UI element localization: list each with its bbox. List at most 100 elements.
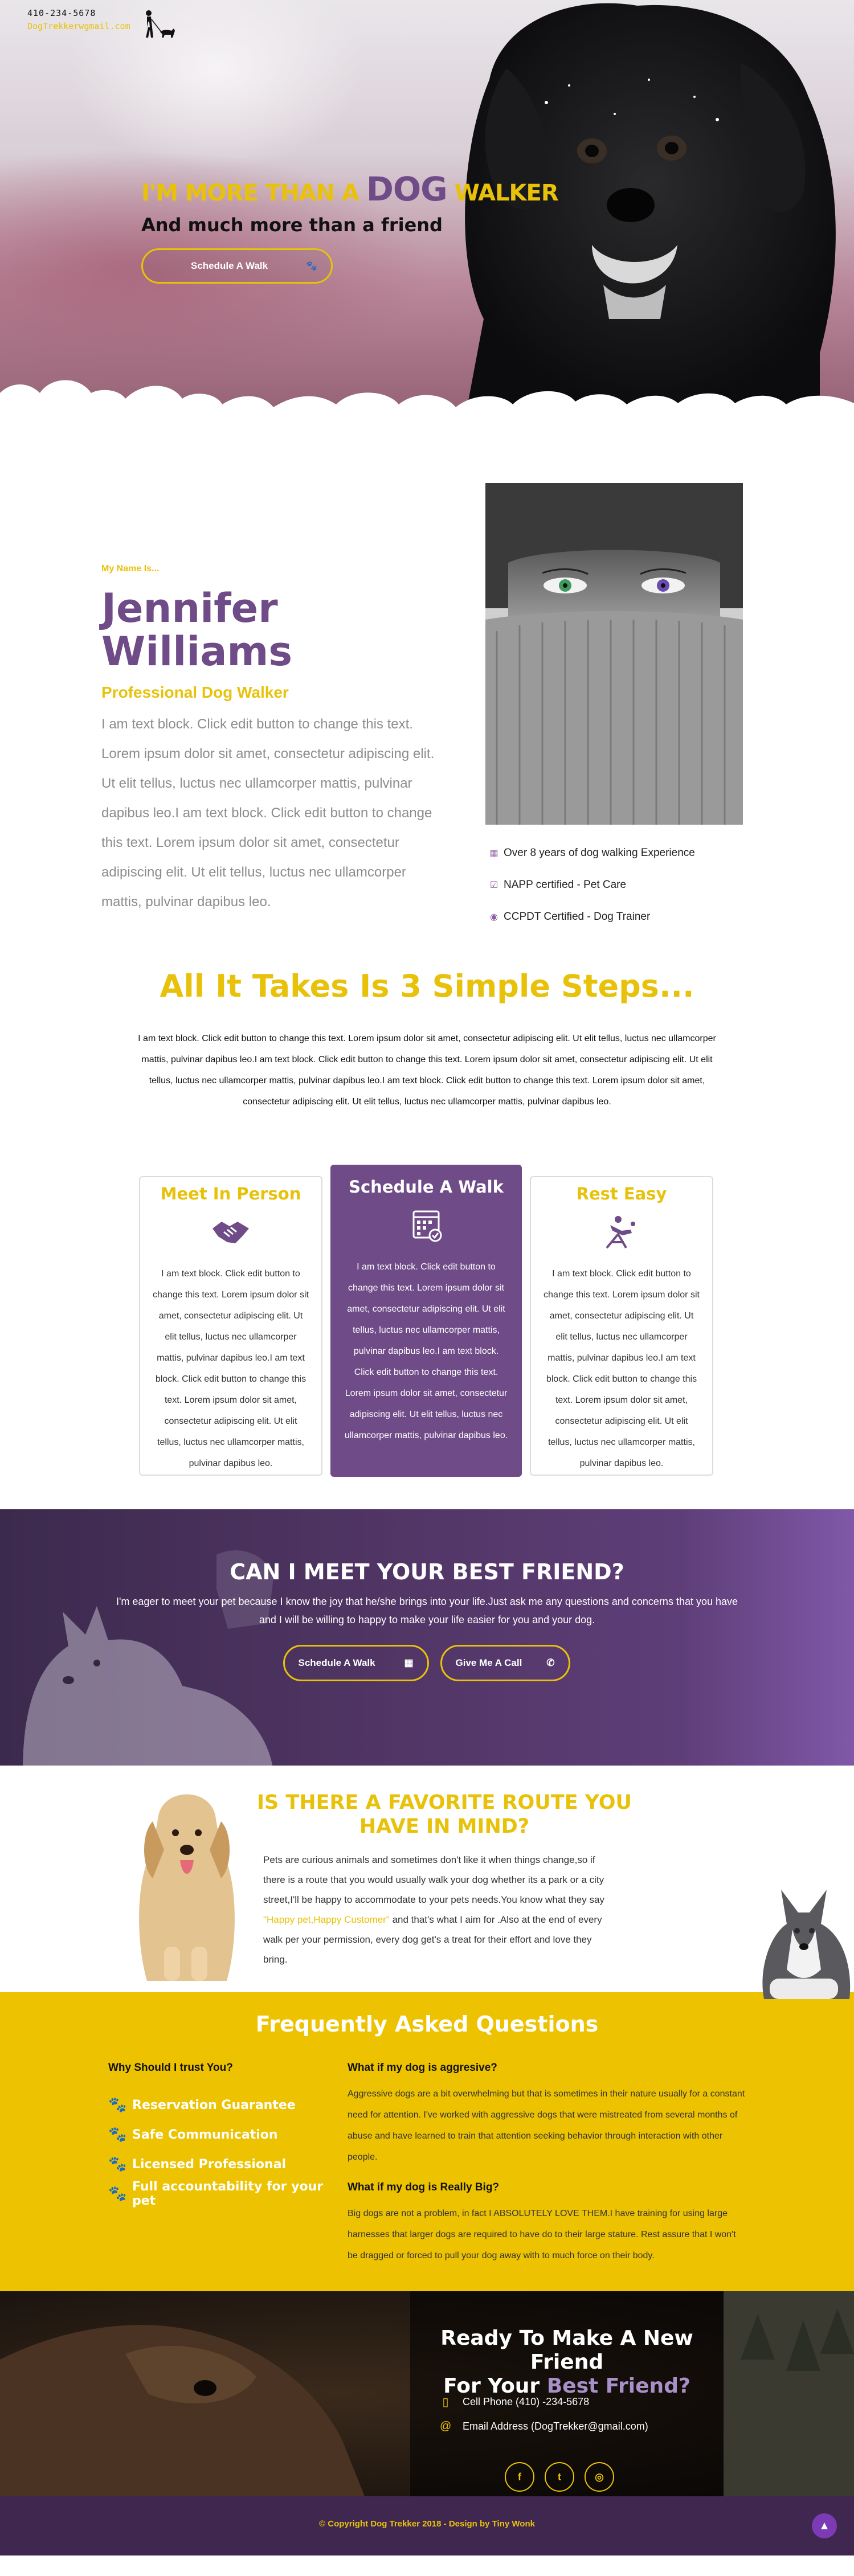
dog-walker-logo-icon[interactable] (138, 9, 178, 43)
faq-answer: Aggressive dogs are a bit overwhelming b… (348, 2089, 745, 2162)
contact-title-line2-highlight: Best Friend? (546, 2374, 690, 2398)
trust-item-label: Full accountability for your pet (132, 2180, 324, 2208)
credential-text: NAPP certified - Pet Care (504, 879, 627, 891)
meet-section: CAN I MEET YOUR BEST FRIEND? I'm eager t… (0, 1509, 854, 1766)
about-profession: Professional Dog Walker (101, 683, 289, 701)
scroll-to-top-button[interactable]: ▲ (812, 2513, 837, 2538)
footer: © Copyright Dog Trekker 2018 - Design by… (0, 2496, 854, 2555)
trust-list: 🐾 Reservation Guarantee 🐾 Safe Communicati… (108, 2090, 325, 2209)
trust-item: 🐾 Licensed Professional (108, 2149, 325, 2179)
meet-title: CAN I MEET YOUR BEST FRIEND? (230, 1559, 624, 1584)
credential-item: ☑ NAPP certified - Pet Care (489, 869, 695, 901)
hero-title-pre: I'M MORE THAN A (141, 180, 366, 206)
contact-phone[interactable]: ▯ Cell Phone (410) -234-5678 (440, 2395, 589, 2409)
about-section: My Name Is... Jennifer Williams Professi… (0, 439, 854, 968)
faq-section: Frequently Asked Questions Why Should I … (0, 1992, 854, 2291)
contact-email-text: Email Address (DogTrekker@gmail.com) (463, 2421, 648, 2432)
contact-title-line1: Ready To Make A New Friend (440, 2327, 693, 2374)
give-call-label: Give Me A Call (455, 1657, 522, 1668)
credential-text: CCPDT Certified - Dog Trainer (504, 911, 651, 923)
instagram-icon[interactable]: ◎ (585, 2462, 614, 2492)
about-intro: My Name Is... Jennifer Williams Professi… (101, 564, 438, 917)
faq-answer: Big dogs are not a problem, in fact I AB… (348, 2209, 736, 2260)
paw-icon: 🐾 (108, 2156, 127, 2173)
schedule-walk-button[interactable]: Schedule A Walk ▦ (283, 1645, 429, 1681)
contact-email[interactable]: @ Email Address (DogTrekker@gmail.com) (440, 2420, 648, 2433)
top-contact-bar: 410-234-5678 DogTrekkerwgmail.com (27, 8, 178, 43)
calendar-icon: ▦ (489, 849, 498, 858)
first-name: Jennifer (101, 585, 278, 632)
step-card-text: I am text block. Click edit button to ch… (344, 1262, 508, 1440)
social-links: f t ◎ (505, 2462, 614, 2492)
faq-question: What if my dog is Really Big? (348, 2181, 500, 2193)
credentials-list: ▦ Over 8 years of dog walking Experience… (489, 837, 695, 933)
cloud-divider (0, 380, 854, 439)
step-card-title: Meet In Person (160, 1184, 301, 1203)
header-phone[interactable]: 410-234-5678 (27, 8, 96, 18)
facebook-icon[interactable]: f (505, 2462, 534, 2492)
calendar-check-icon (412, 1210, 442, 1242)
trust-item-label: Reservation Guarantee (132, 2098, 296, 2112)
credential-text: Over 8 years of dog walking Experience (504, 847, 695, 859)
step-card-title: Schedule A Walk (349, 1177, 504, 1197)
credential-item: ▦ Over 8 years of dog walking Experience (489, 837, 695, 869)
paw-icon: 🐾 (108, 2096, 127, 2114)
trust-item: 🐾 Full accountability for your pet (108, 2179, 325, 2209)
header-email[interactable]: DogTrekkerwgmail.com (27, 21, 130, 31)
hero-schedule-walk-button[interactable]: Schedule A Walk 🐾 (141, 248, 333, 284)
step-card-schedule: Schedule A Walk I am text block. Click e… (330, 1165, 522, 1477)
about-text: I am text block. Click edit button to ch… (101, 716, 435, 910)
contact-phone-text: Cell Phone (410) -234-5678 (463, 2396, 590, 2407)
faq-qa-column: What if my dog is aggresive? Aggressive … (348, 2062, 746, 2280)
meet-buttons: Schedule A Walk ▦ Give Me A Call ✆ (0, 1645, 854, 1681)
copyright-text: © Copyright Dog Trekker 2018 - Design by… (319, 2519, 535, 2529)
hero-button-label: Schedule A Walk (191, 260, 268, 271)
at-sign-icon: @ (440, 2420, 452, 2432)
calendar-icon: ▦ (404, 1657, 414, 1668)
husky-photo (762, 1890, 851, 1999)
step-card-text: I am text block. Click edit button to ch… (153, 1269, 309, 1468)
check-square-icon: ☑ (489, 880, 498, 890)
portrait-photo (485, 483, 743, 825)
relax-chair-icon (606, 1216, 635, 1249)
twitter-icon[interactable]: t (545, 2462, 574, 2492)
route-section: IS THERE A FAVORITE ROUTE YOU HAVE IN MI… (0, 1766, 854, 1999)
route-title: IS THERE A FAVORITE ROUTE YOU HAVE IN MI… (257, 1791, 632, 1838)
hero-title-big: DOG (366, 170, 448, 208)
hero-subtitle: And much more than a friend (141, 214, 443, 236)
mobile-phone-icon: ▯ (442, 2396, 449, 2409)
phone-icon: ✆ (546, 1657, 555, 1668)
route-text-before: Pets are curious animals and sometimes d… (263, 1854, 604, 1905)
faq-question: What if my dog is aggresive? (348, 2062, 497, 2074)
route-text: Pets are curious animals and sometimes d… (263, 1850, 605, 1969)
trust-item-label: Safe Communication (132, 2127, 278, 2142)
contact-title: Ready To Make A New Friend For Your Best… (410, 2327, 724, 2398)
hero-section: 410-234-5678 DogTrekkerwgmail.com I'M MO… (0, 0, 854, 439)
step-card-meet: Meet In Person I am text block. Click ed… (139, 1176, 322, 1476)
circle-dot-icon: ◉ (490, 912, 498, 922)
steps-intro: I am text block. Click edit button to ch… (138, 1034, 716, 1107)
meet-text: I'm eager to meet your pet because I kno… (116, 1596, 738, 1625)
handshake-icon (213, 1222, 249, 1243)
arrow-up-icon: ▲ (819, 2519, 830, 2532)
step-card-title: Rest Easy (576, 1184, 667, 1203)
trust-item-label: Licensed Professional (132, 2157, 287, 2172)
faq-trust-column: Why Should I trust You? 🐾 Reservation Gua… (108, 2062, 325, 2209)
contact-title-line2-pre: For Your (443, 2374, 547, 2398)
about-kicker: My Name Is... (101, 564, 160, 574)
credential-item: ◉ CCPDT Certified - Dog Trainer (489, 901, 695, 933)
contact-section: Ready To Make A New Friend For Your Best… (0, 2291, 854, 2496)
paw-icon: 🐾 (108, 2185, 127, 2202)
schedule-walk-label: Schedule A Walk (298, 1657, 375, 1668)
hero-title: I'M MORE THAN A DOG WALKER (141, 170, 559, 208)
steps-title: All It Takes Is 3 Simple Steps... (160, 968, 694, 1004)
faq-title: Frequently Asked Questions (255, 2012, 599, 2037)
trust-item: 🐾 Safe Communication (108, 2120, 325, 2149)
paw-icon: 🐾 (306, 261, 317, 271)
hero-text-block: I'M MORE THAN A DOG WALKER And much more… (141, 170, 559, 284)
hero-title-post: WALKER (447, 180, 559, 206)
give-call-button[interactable]: Give Me A Call ✆ (440, 1645, 570, 1681)
steps-cards: Meet In Person I am text block. Click ed… (0, 1165, 854, 1484)
steps-section: All It Takes Is 3 Simple Steps... I am t… (0, 968, 854, 1509)
route-highlight: "Happy pet,Happy Customer" (263, 1914, 390, 1925)
